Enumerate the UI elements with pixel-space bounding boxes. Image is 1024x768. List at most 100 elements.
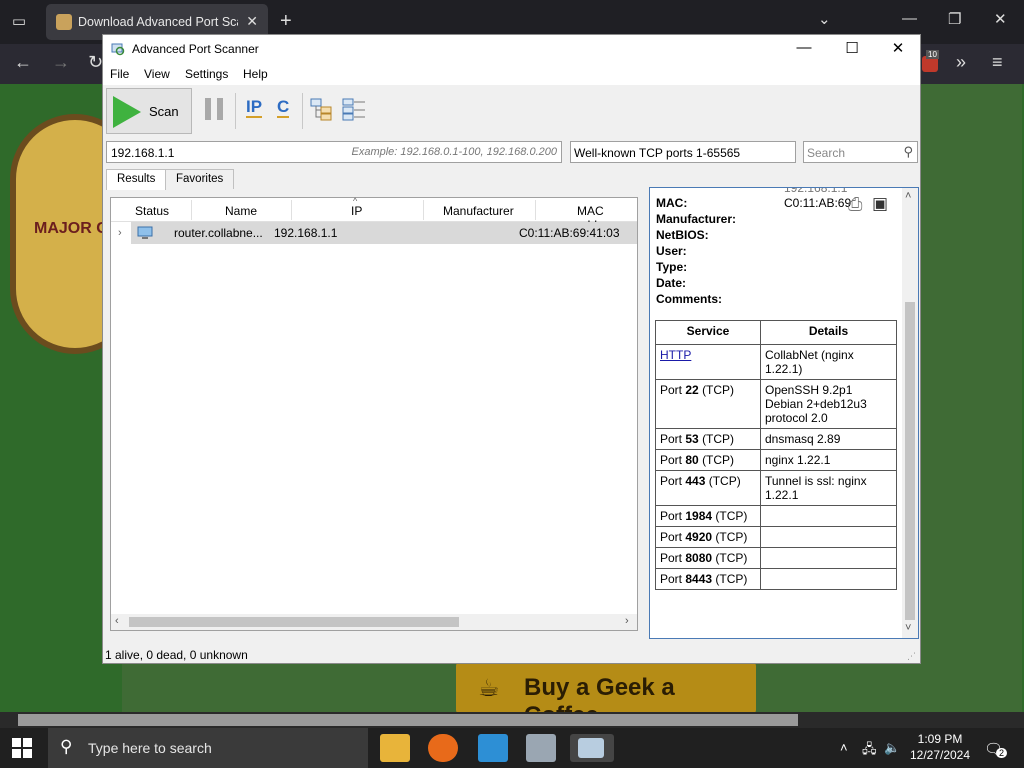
coffee-cup-icon: ☕ <box>478 675 500 702</box>
search-icon: ⚲ <box>903 144 913 159</box>
ip-range-input[interactable]: 192.168.1.1 Example: 192.168.0.1-100, 19… <box>106 141 562 163</box>
forward-icon[interactable]: → <box>52 52 70 73</box>
taskbar-search[interactable]: ⚲ Type here to search <box>48 728 368 768</box>
menu-settings[interactable]: Settings <box>185 67 228 81</box>
col-separator[interactable] <box>191 200 192 220</box>
ip-range-button[interactable]: IP <box>246 97 263 118</box>
collapse-all-icon[interactable] <box>341 97 367 121</box>
c-subnet-button[interactable]: C <box>277 97 290 118</box>
new-tab-button[interactable]: + <box>280 10 292 33</box>
col-separator[interactable] <box>535 200 536 220</box>
details-scroll-thumb[interactable] <box>905 302 915 620</box>
service-port: Port 4920 (TCP) <box>655 526 761 548</box>
http-link[interactable]: HTTP <box>660 348 691 362</box>
virtualbox-icon[interactable] <box>478 734 508 762</box>
service-details <box>760 547 897 569</box>
col-manufacturer[interactable]: Manufacturer <box>443 204 514 218</box>
menu-view[interactable]: View <box>144 67 170 81</box>
col-status[interactable]: Status <box>135 204 169 218</box>
taskbar: ⚲ Type here to search ˄ 🖧 🔈 1:09 PM 12/2… <box>0 728 1024 768</box>
results-horizontal-scrollbar[interactable]: ‹ › <box>111 614 637 630</box>
taskbar-clock[interactable]: 1:09 PM 12/27/2024 <box>900 731 980 763</box>
tab-list-icon[interactable]: ▭ <box>8 12 30 32</box>
expand-all-icon[interactable] <box>309 97 335 121</box>
minimize-icon[interactable]: — <box>902 10 917 27</box>
sort-indicator-icon: ^ <box>353 196 358 206</box>
results-tabs: Results Favorites <box>103 169 643 190</box>
scan-button[interactable]: Scan <box>106 88 192 134</box>
maximize-icon[interactable]: ❐ <box>948 10 961 28</box>
col-ip[interactable]: IP <box>351 204 362 218</box>
col-name[interactable]: Name <box>225 204 257 218</box>
service-details <box>760 505 897 527</box>
play-icon <box>113 96 141 128</box>
menu-bar: File View Settings Help <box>103 63 920 85</box>
expand-row-icon[interactable]: › <box>118 227 122 239</box>
service-port: Port 22 (TCP) <box>655 379 761 429</box>
status-text: 1 alive, 0 dead, 0 unknown <box>105 648 248 662</box>
network-app-icon[interactable] <box>526 734 556 762</box>
app-minimize-icon[interactable]: — <box>789 39 819 56</box>
search-input[interactable]: Search ⚲ <box>803 141 918 163</box>
page-horizontal-scrollbar[interactable] <box>0 712 1024 728</box>
back-icon[interactable]: ← <box>14 52 32 73</box>
save-icon[interactable]: ▣ <box>872 194 888 214</box>
toolbar-separator <box>235 93 236 129</box>
services-header-row: Service Details <box>655 320 897 345</box>
buy-coffee-button[interactable]: ☕ Buy a Geek a Coffee <box>456 662 756 729</box>
browser-tab-title: Download Advanced Port Scan <box>78 15 238 29</box>
service-port: Port 8080 (TCP) <box>655 547 761 569</box>
pause-button[interactable] <box>205 98 223 120</box>
tab-favorites[interactable]: Favorites <box>165 169 235 189</box>
menu-icon[interactable]: ≡ <box>992 52 1003 73</box>
chevron-down-icon[interactable]: ⌄ <box>818 10 831 28</box>
windows-start-icon[interactable] <box>12 738 32 758</box>
col-separator[interactable] <box>291 200 292 220</box>
toolbar: Scan IP C <box>103 85 920 137</box>
results-scroll-thumb[interactable] <box>129 617 459 627</box>
col-separator[interactable] <box>423 200 424 220</box>
volume-muted-icon[interactable]: 🔈 <box>884 740 900 756</box>
detail-manufacturer-label: Manufacturer: <box>656 212 737 226</box>
resize-grip-icon[interactable]: ⋰ <box>907 651 916 662</box>
clock-date: 12/27/2024 <box>909 748 971 762</box>
network-icon[interactable]: 🖧 <box>862 740 877 762</box>
menu-help[interactable]: Help <box>243 67 268 81</box>
ports-input[interactable]: Well-known TCP ports 1-65565 <box>570 141 796 163</box>
port-scanner-taskbar-icon[interactable] <box>570 734 614 762</box>
service-details <box>760 526 897 548</box>
service-port: Port 53 (TCP) <box>655 428 761 450</box>
scroll-left-icon[interactable]: ‹ <box>115 615 119 627</box>
page-scroll-thumb[interactable] <box>18 714 798 726</box>
table-row[interactable]: › router.collabne... 192.168.1.1 C0:11:A… <box>118 222 637 244</box>
file-explorer-icon[interactable] <box>380 734 410 762</box>
details-vertical-scrollbar[interactable]: ˄ ˅ <box>902 188 918 638</box>
scroll-down-icon[interactable]: ˅ <box>905 622 911 634</box>
service-header: Service <box>655 320 761 345</box>
menu-file[interactable]: File <box>110 67 129 81</box>
tab-close-icon[interactable]: ✕ <box>246 13 258 30</box>
print-icon[interactable]: ⎙ <box>848 194 862 215</box>
advanced-port-scanner-window: Advanced Port Scanner — ☐ ✕ File View Se… <box>102 34 921 664</box>
app-title: Advanced Port Scanner <box>132 42 259 56</box>
app-maximize-icon[interactable]: ☐ <box>837 39 867 57</box>
app-close-icon[interactable]: ✕ <box>883 39 913 57</box>
tray-chevron-icon[interactable]: ˄ <box>840 740 848 755</box>
service-row: Port 4920 (TCP) <box>655 526 897 548</box>
detail-comments-label: Comments: <box>656 292 723 306</box>
service-row: Port 8080 (TCP) <box>655 547 897 569</box>
scroll-up-icon[interactable]: ˄ <box>905 190 911 202</box>
details-header: Details <box>760 320 897 345</box>
scroll-right-icon[interactable]: › <box>625 615 629 627</box>
tab-results[interactable]: Results <box>106 169 167 190</box>
toolbar-separator <box>302 93 303 129</box>
service-row: Port 443 (TCP) Tunnel is ssl: nginx 1.22… <box>655 470 897 506</box>
clock-time: 1:09 PM <box>917 732 963 746</box>
close-window-icon[interactable]: ✕ <box>994 10 1007 28</box>
overflow-chevrons-icon[interactable]: » <box>956 52 966 73</box>
detail-mac-value: C0:11:AB:69 <box>784 196 852 210</box>
firefox-icon[interactable] <box>428 734 458 762</box>
reload-icon[interactable]: ↻ <box>88 52 103 73</box>
detail-netbios-label: NetBIOS: <box>656 228 709 242</box>
status-bar: 1 alive, 0 dead, 0 unknown ⋰ <box>103 645 920 663</box>
